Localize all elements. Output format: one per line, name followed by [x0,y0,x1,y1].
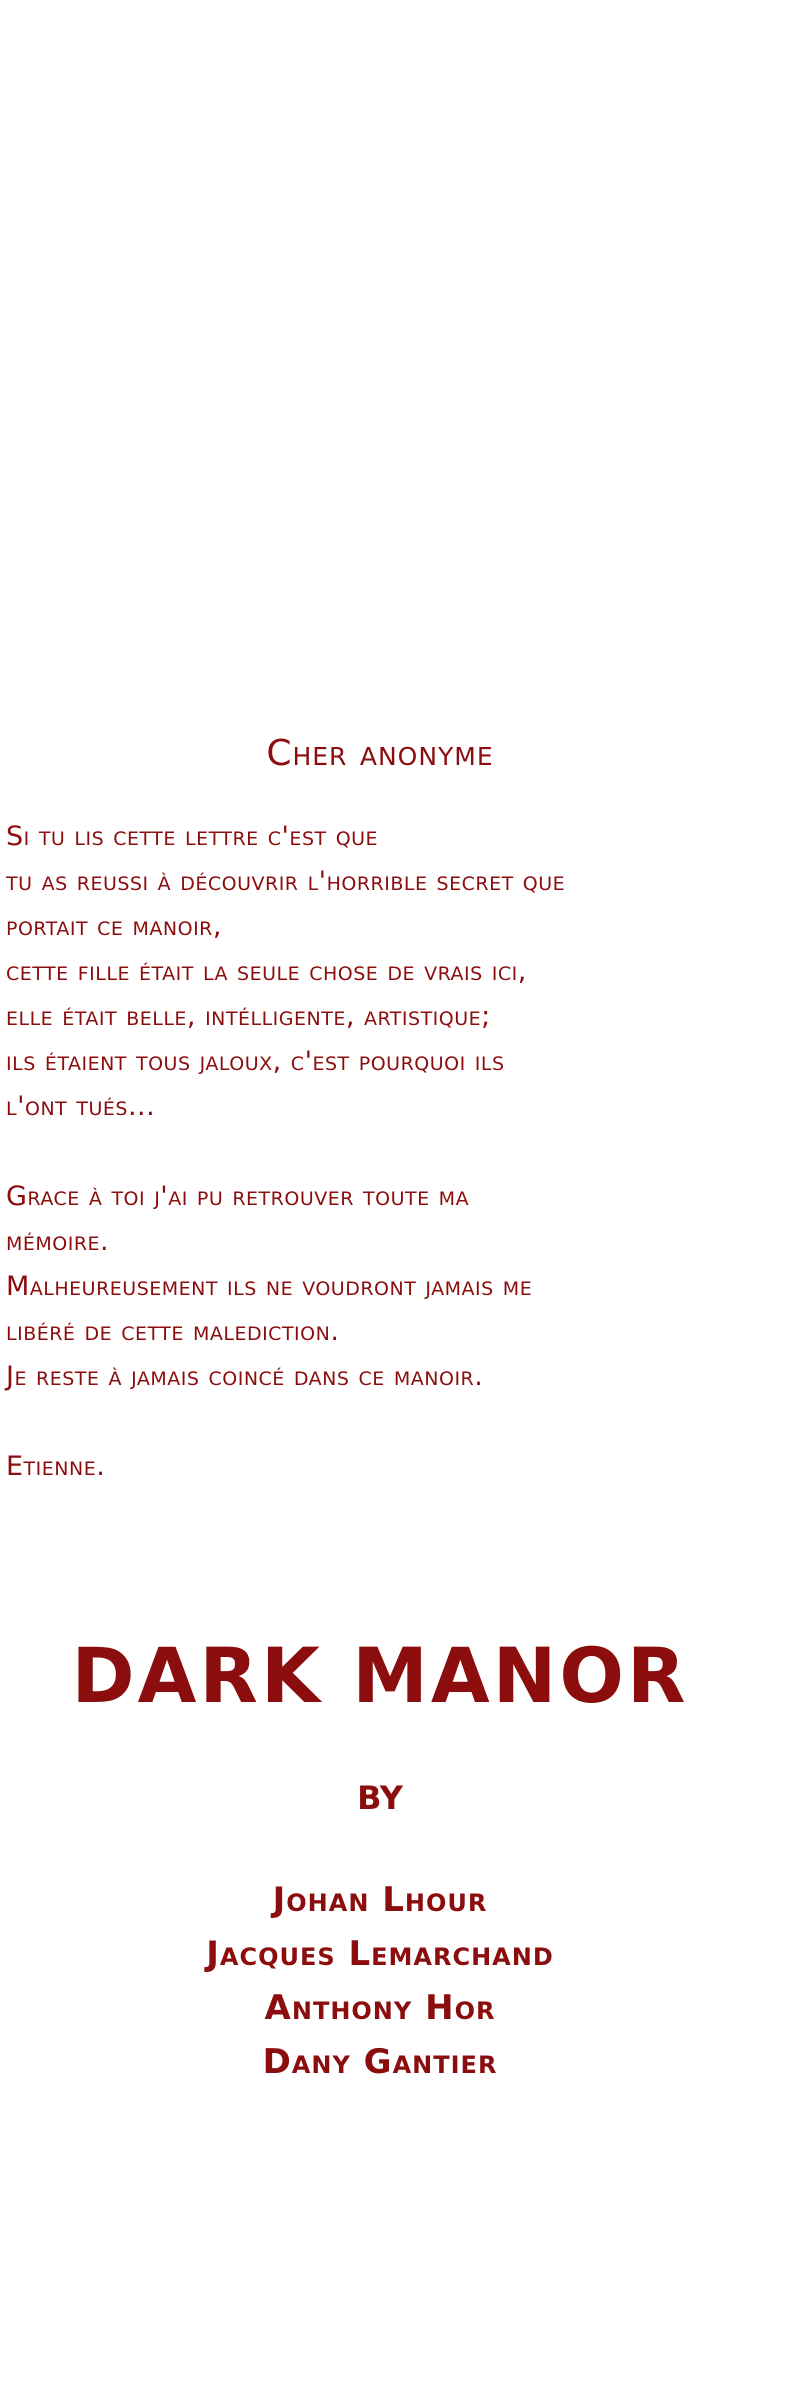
letter-signature: Etienne. [6,1451,106,1482]
credit-name: Dany Gantier [262,2042,498,2082]
letter-line: Je reste à jamais coincé dans ce manoir. [6,1361,484,1392]
letter-greeting: Cher anonyme [266,733,494,774]
letter-line: libéré de cette malediction. [6,1316,340,1347]
letter-line: tu as reussi à découvrir l'horrible secr… [6,866,566,897]
letter-line: l'ont tués... [6,1091,156,1122]
letter-line: Si tu lis cette lettre c'est que [6,821,379,852]
game-title: DARK MANOR [71,1631,689,1720]
letter-line: elle était belle, intélligente, artistiq… [6,1001,491,1032]
letter-line: Grace à toi j'ai pu retrouver toute ma [6,1181,470,1212]
letter-line: ils étaient tous jaloux, c'est pourquoi … [6,1046,505,1077]
letter-line: portait ce manoir, [6,911,222,942]
credit-name: Johan Lhour [272,1880,488,1920]
letter-line: mémoire. [6,1226,110,1257]
letter-line: cette fille était la seule chose de vrai… [6,956,527,987]
credits-by-label: BY [357,1779,403,1817]
credit-name: Anthony Hor [264,1988,496,2028]
credit-name: Jacques Lemarchand [206,1934,554,1974]
letter-line: Malheureusement ils ne voudront jamais m… [6,1271,533,1302]
